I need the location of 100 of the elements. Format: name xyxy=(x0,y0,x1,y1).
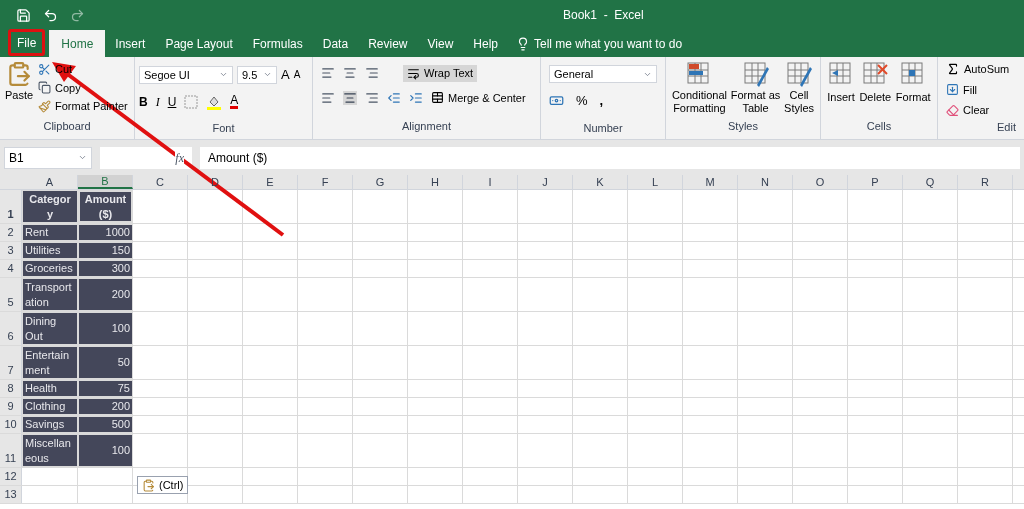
column-header[interactable]: G xyxy=(353,175,408,189)
name-box[interactable]: B1 xyxy=(4,146,92,169)
column-header[interactable]: M xyxy=(683,175,738,189)
percent-button[interactable]: % xyxy=(576,91,588,111)
ribbon-tab[interactable]: Help xyxy=(463,30,508,57)
column-header[interactable]: C xyxy=(133,175,188,189)
column-header[interactable]: L xyxy=(628,175,683,189)
paste-button[interactable]: Paste xyxy=(4,61,34,117)
underline-button[interactable]: U xyxy=(167,92,177,111)
styles-button[interactable]: Format as Table xyxy=(730,61,781,117)
column-header[interactable]: P xyxy=(848,175,903,189)
table-cell: Groceries xyxy=(22,260,78,277)
align-center-icon[interactable] xyxy=(343,90,357,105)
row-header[interactable]: 8 xyxy=(0,380,22,397)
ribbon-tab[interactable]: Review xyxy=(358,30,418,57)
column-header[interactable]: N xyxy=(738,175,793,189)
font-color-button[interactable]: A xyxy=(230,94,239,109)
font-size-field[interactable]: 9.5 xyxy=(237,65,277,84)
number-format-field[interactable]: General xyxy=(549,65,657,83)
group-label: Styles xyxy=(728,120,758,132)
ribbon-tab[interactable]: Data xyxy=(312,30,359,57)
row-header[interactable]: 5 xyxy=(0,278,22,311)
align-top-icon[interactable] xyxy=(321,66,335,81)
column-header[interactable]: O xyxy=(793,175,848,189)
column-header[interactable]: F xyxy=(298,175,353,189)
align-middle-icon[interactable] xyxy=(343,66,357,81)
table-cell: Rent xyxy=(22,224,78,241)
table-cell: Entertain ment xyxy=(22,346,78,379)
row-header[interactable]: 9 xyxy=(0,398,22,415)
align-right-icon[interactable] xyxy=(365,90,379,105)
table-cell: 500 xyxy=(78,416,133,433)
group-label: Edit xyxy=(997,120,1016,133)
table-cell: 200 xyxy=(78,278,133,311)
ribbon-tab[interactable]: Page Layout xyxy=(155,30,243,57)
column-header[interactable]: I xyxy=(463,175,518,189)
cells-button[interactable]: Format xyxy=(895,61,931,117)
cells-button[interactable]: Insert xyxy=(827,61,855,117)
bold-button[interactable]: B xyxy=(139,92,148,111)
cells-button[interactable]: Delete xyxy=(859,61,892,117)
fill-button[interactable]: Fill xyxy=(946,81,1016,98)
caret-icon xyxy=(78,153,87,162)
ribbon-tab[interactable]: File xyxy=(11,32,43,53)
autosum-button[interactable]: AutoSum xyxy=(946,61,1016,78)
row-header[interactable]: 13 xyxy=(0,486,22,503)
row-header[interactable]: 12 xyxy=(0,468,22,485)
ribbon-tab[interactable]: Home xyxy=(49,30,106,57)
row-header[interactable]: 4 xyxy=(0,260,22,277)
paste-options-button[interactable]: (Ctrl) xyxy=(137,476,189,494)
styles-button[interactable]: Cell Styles xyxy=(784,61,815,117)
row-header[interactable]: 6 xyxy=(0,312,22,345)
save-icon[interactable] xyxy=(16,7,31,23)
row-header[interactable]: 10 xyxy=(0,416,22,433)
wrap-text-button[interactable]: Wrap Text xyxy=(403,65,478,82)
wrap-text-icon xyxy=(407,66,420,80)
group-label: Number xyxy=(583,121,623,134)
merge-center-button[interactable]: Merge & Center xyxy=(431,89,526,106)
column-header[interactable]: R xyxy=(958,175,1013,189)
indent-increase-icon[interactable] xyxy=(409,90,423,105)
italic-button[interactable]: I xyxy=(155,92,160,111)
clear-button[interactable]: Clear xyxy=(946,102,1016,119)
table-cell: 100 xyxy=(78,312,133,345)
table-cell: Savings xyxy=(22,416,78,433)
shrink-font-button[interactable]: A xyxy=(293,67,301,83)
column-header[interactable]: B xyxy=(78,175,133,189)
row-header[interactable]: 7 xyxy=(0,346,22,379)
undo-icon[interactable] xyxy=(43,7,58,23)
table-cell: 200 xyxy=(78,398,133,415)
row-header[interactable]: 1 xyxy=(0,190,22,223)
table-cell: 150 xyxy=(78,242,133,259)
table-cell: Dining Out xyxy=(22,312,78,345)
column-header[interactable]: E xyxy=(243,175,298,189)
formula-field[interactable]: Amount ($) xyxy=(200,146,1020,169)
row-header[interactable]: 2 xyxy=(0,224,22,241)
table-cell: 300 xyxy=(78,260,133,277)
row-header[interactable]: 3 xyxy=(0,242,22,259)
column-header[interactable]: Q xyxy=(903,175,958,189)
ribbon-tab[interactable]: View xyxy=(417,30,464,57)
eraser-icon xyxy=(946,103,959,117)
comma-button[interactable]: , xyxy=(599,91,604,111)
fill-down-icon xyxy=(946,83,959,97)
table-cell: 75 xyxy=(78,380,133,397)
styles-button[interactable]: Conditional Formatting xyxy=(671,61,727,117)
align-bottom-icon[interactable] xyxy=(365,66,379,81)
table-cell: Transport ation xyxy=(22,278,78,311)
tell-me-field[interactable]: Tell me what you want to do xyxy=(516,30,683,57)
grow-font-button[interactable]: A xyxy=(281,65,290,85)
font-name-field[interactable]: Segoe UI xyxy=(139,65,233,84)
row-header[interactable]: 11 xyxy=(0,434,22,467)
ribbon-tab[interactable]: Formulas xyxy=(242,30,313,57)
ribbon-tab[interactable]: Insert xyxy=(105,30,156,57)
table-cell: Categor y xyxy=(22,190,78,223)
copy-button[interactable]: Copy xyxy=(38,79,128,96)
sigma-icon xyxy=(946,62,960,77)
indent-decrease-icon[interactable] xyxy=(387,90,401,105)
clipboard-icon xyxy=(142,478,155,492)
column-header[interactable]: J xyxy=(518,175,573,189)
table-brush-icon xyxy=(786,61,813,89)
column-header[interactable]: K xyxy=(573,175,628,189)
align-left-icon[interactable] xyxy=(321,90,335,105)
column-header[interactable]: H xyxy=(408,175,463,189)
